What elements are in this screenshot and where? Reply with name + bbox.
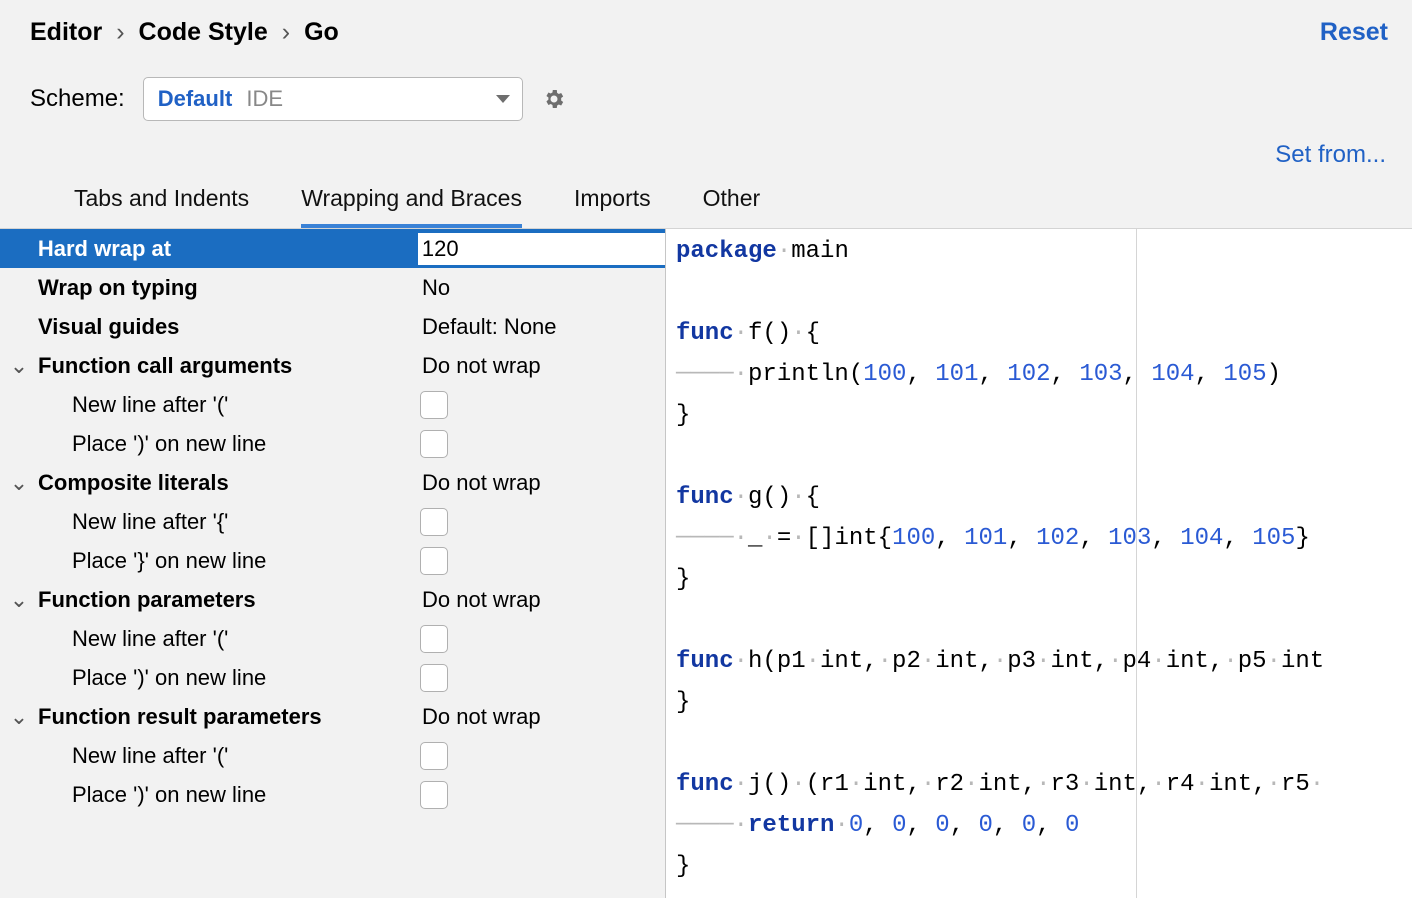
- scheme-value-scope: IDE: [246, 86, 283, 111]
- chevron-down-icon[interactable]: ⌄: [0, 704, 38, 730]
- setting-label: Composite literals: [38, 470, 420, 496]
- code-line: [666, 600, 1412, 641]
- code-line: func·h(p1·int,·p2·int,·p3·int,·p4·int,·p…: [666, 641, 1412, 682]
- setting-frp-newline-after-paren[interactable]: New line after '(': [0, 736, 665, 775]
- scheme-value-name: Default: [158, 86, 233, 111]
- checkbox[interactable]: [420, 625, 448, 653]
- tab-other[interactable]: Other: [703, 185, 761, 228]
- code-line: ────·println(100, 101, 102, 103, 104, 10…: [666, 354, 1412, 395]
- scheme-dropdown[interactable]: Default IDE: [143, 77, 523, 121]
- setting-label: Function result parameters: [38, 704, 420, 730]
- setting-fp-newline-after-paren[interactable]: New line after '(': [0, 619, 665, 658]
- code-line: func·g()·{: [666, 477, 1412, 518]
- setting-fca-newline-after-paren[interactable]: New line after '(': [0, 385, 665, 424]
- tab-wrapping-braces[interactable]: Wrapping and Braces: [301, 185, 522, 228]
- scheme-label: Scheme:: [30, 85, 125, 113]
- setting-label: Hard wrap at: [38, 236, 420, 262]
- group-func-call-args[interactable]: ⌄ Function call arguments Do not wrap: [0, 346, 665, 385]
- chevron-down-icon[interactable]: ⌄: [0, 470, 38, 496]
- setting-frp-place-close[interactable]: Place ')' on new line: [0, 775, 665, 814]
- set-from-link[interactable]: Set from...: [1275, 141, 1386, 168]
- code-line: func·f()·{: [666, 313, 1412, 354]
- breadcrumb-go: Go: [304, 18, 339, 47]
- settings-tree: Hard wrap at 120 Wrap on typing No Visua…: [0, 229, 666, 898]
- setting-label: Place ')' on new line: [38, 431, 420, 457]
- code-line: [666, 723, 1412, 764]
- code-line: ────·_·=·[]int{100, 101, 102, 103, 104, …: [666, 518, 1412, 559]
- setting-label: Function call arguments: [38, 353, 420, 379]
- code-line: [666, 436, 1412, 477]
- breadcrumb-codestyle[interactable]: Code Style: [139, 18, 268, 47]
- chevron-down-icon: [496, 95, 510, 103]
- setting-value[interactable]: Do not wrap: [420, 353, 541, 379]
- code-preview: package·main func·f()·{────·println(100,…: [666, 229, 1412, 898]
- chevron-down-icon[interactable]: ⌄: [0, 587, 38, 613]
- tabs: Tabs and Indents Wrapping and Braces Imp…: [30, 169, 1388, 228]
- checkbox[interactable]: [420, 664, 448, 692]
- setting-label: Place ')' on new line: [38, 665, 420, 691]
- setting-wrap-typing[interactable]: Wrap on typing No: [0, 268, 665, 307]
- setting-label: New line after '(': [38, 743, 420, 769]
- setting-comp-newline-after-brace[interactable]: New line after '{': [0, 502, 665, 541]
- checkbox[interactable]: [420, 508, 448, 536]
- setting-value[interactable]: Do not wrap: [420, 470, 541, 496]
- breadcrumb: Editor › Code Style › Go: [30, 18, 339, 47]
- setting-value[interactable]: 120: [418, 233, 665, 265]
- setting-label: Visual guides: [38, 314, 420, 340]
- gear-icon[interactable]: [541, 86, 567, 112]
- code-line: }: [666, 682, 1412, 723]
- group-func-params[interactable]: ⌄ Function parameters Do not wrap: [0, 580, 665, 619]
- setting-label: New line after '(': [38, 626, 420, 652]
- checkbox[interactable]: [420, 742, 448, 770]
- setting-label: Wrap on typing: [38, 275, 420, 301]
- code-line: ────·return·0, 0, 0, 0, 0, 0: [666, 805, 1412, 846]
- group-func-result-params[interactable]: ⌄ Function result parameters Do not wrap: [0, 697, 665, 736]
- code-line: }: [666, 846, 1412, 887]
- checkbox[interactable]: [420, 781, 448, 809]
- chevron-right-icon: ›: [282, 18, 290, 47]
- code-line: package·main: [666, 231, 1412, 272]
- tab-tabs-indents[interactable]: Tabs and Indents: [74, 185, 249, 228]
- code-line: }: [666, 395, 1412, 436]
- code-line: }: [666, 559, 1412, 600]
- checkbox[interactable]: [420, 547, 448, 575]
- breadcrumb-editor[interactable]: Editor: [30, 18, 102, 47]
- setting-fp-place-close[interactable]: Place ')' on new line: [0, 658, 665, 697]
- setting-visual-guides[interactable]: Visual guides Default: None: [0, 307, 665, 346]
- setting-hard-wrap[interactable]: Hard wrap at 120: [0, 229, 665, 268]
- setting-value[interactable]: No: [420, 275, 450, 301]
- setting-fca-place-close[interactable]: Place ')' on new line: [0, 424, 665, 463]
- tab-imports[interactable]: Imports: [574, 185, 651, 228]
- code-line: func·j()·(r1·int,·r2·int,·r3·int,·r4·int…: [666, 764, 1412, 805]
- code-line: [666, 272, 1412, 313]
- setting-value[interactable]: Default: None: [420, 314, 557, 340]
- setting-label: New line after '{': [38, 509, 420, 535]
- setting-value[interactable]: Do not wrap: [420, 587, 541, 613]
- checkbox[interactable]: [420, 391, 448, 419]
- setting-label: Function parameters: [38, 587, 420, 613]
- chevron-down-icon[interactable]: ⌄: [0, 353, 38, 379]
- group-composite-literals[interactable]: ⌄ Composite literals Do not wrap: [0, 463, 665, 502]
- setting-comp-place-close[interactable]: Place '}' on new line: [0, 541, 665, 580]
- settings-header: Editor › Code Style › Go Reset Scheme: D…: [0, 0, 1412, 229]
- reset-button[interactable]: Reset: [1320, 18, 1388, 47]
- checkbox[interactable]: [420, 430, 448, 458]
- chevron-right-icon: ›: [116, 18, 124, 47]
- setting-label: New line after '(': [38, 392, 420, 418]
- setting-label: Place '}' on new line: [38, 548, 420, 574]
- setting-value[interactable]: Do not wrap: [420, 704, 541, 730]
- setting-label: Place ')' on new line: [38, 782, 420, 808]
